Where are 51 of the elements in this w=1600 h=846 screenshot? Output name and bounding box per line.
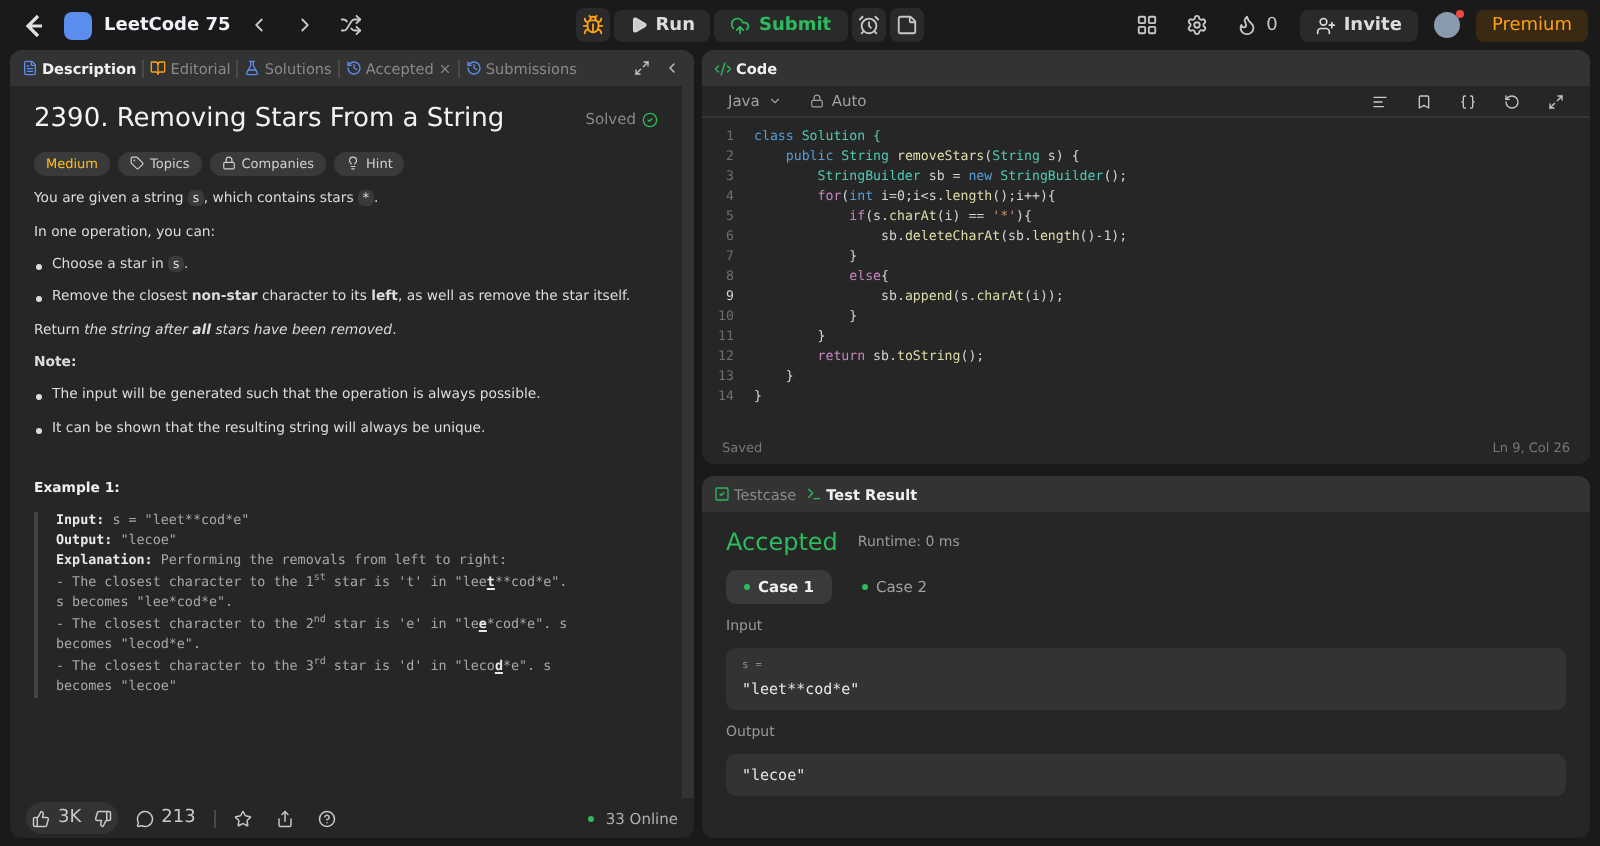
verdict-text: Accepted: [726, 528, 838, 556]
star-icon: [233, 809, 252, 827]
help-icon: [317, 809, 336, 827]
note-icon: [895, 14, 918, 36]
document-icon: [22, 60, 38, 76]
submit-button[interactable]: Submit: [714, 9, 848, 41]
notes-button[interactable]: [889, 8, 924, 42]
user-plus-icon: [1315, 15, 1336, 35]
invite-button[interactable]: Invite: [1299, 9, 1418, 41]
lock-icon: [809, 94, 824, 108]
history-icon: [465, 60, 482, 76]
shuffle-icon: [340, 14, 363, 36]
thumbs-up-icon: [32, 809, 50, 827]
share-icon: [275, 809, 294, 827]
check-circle-icon: [642, 111, 658, 128]
comment-icon: [135, 809, 154, 827]
run-button[interactable]: Run: [613, 9, 711, 41]
avatar[interactable]: [1433, 12, 1460, 38]
grid-icon: [1136, 14, 1159, 36]
chevron-down-icon: [767, 94, 782, 108]
cloud-upload-icon: [730, 15, 751, 35]
expand-icon: [1548, 93, 1564, 109]
timer-button[interactable]: [851, 8, 886, 42]
streak-button[interactable]: 0: [1230, 8, 1284, 42]
tag-icon: [130, 156, 144, 171]
flask-icon: [244, 60, 261, 76]
chevron-left-icon: [664, 60, 680, 76]
history-icon: [345, 60, 362, 76]
list-title[interactable]: LeetCode 75: [104, 15, 231, 35]
terminal-icon: [806, 486, 823, 502]
checkbox-icon: [714, 486, 730, 502]
book-icon: [150, 60, 167, 76]
thumbs-down-icon: [93, 809, 112, 827]
bug-icon: [581, 14, 604, 36]
expand-icon: [634, 60, 650, 76]
lock-icon: [221, 156, 236, 171]
play-icon: [629, 16, 648, 34]
reset-icon: [1504, 93, 1520, 109]
bookmark-icon: [1416, 93, 1432, 109]
premium-button[interactable]: Premium: [1475, 9, 1588, 41]
code-icon: [714, 59, 732, 77]
lines-icon: [1372, 93, 1388, 109]
online-dot: [587, 815, 594, 821]
alarm-clock-icon: [857, 14, 880, 36]
braces-icon: [1460, 93, 1476, 109]
problem-title: 2390. Removing Stars From a String: [34, 102, 505, 138]
lightbulb-icon: [346, 156, 361, 171]
settings-icon: [1186, 14, 1209, 36]
flame-icon: [1236, 14, 1259, 36]
comments-button[interactable]: 213: [129, 802, 202, 834]
debug-button[interactable]: [575, 8, 610, 42]
